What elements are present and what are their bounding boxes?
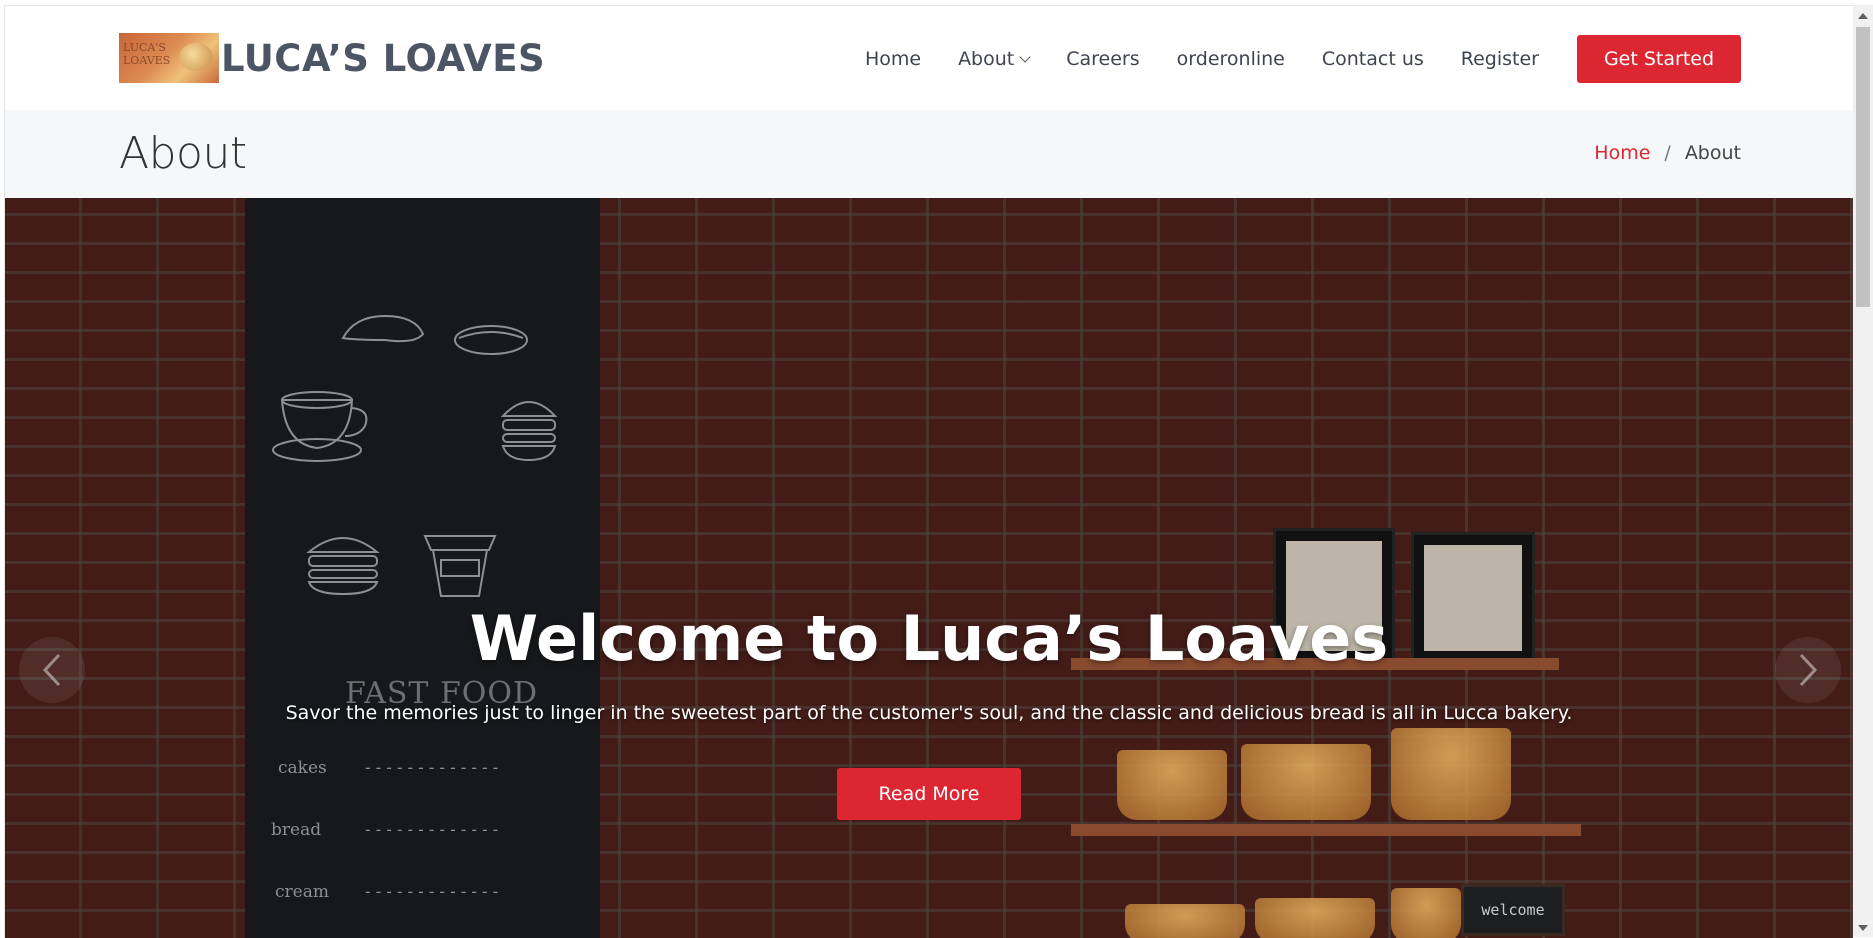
scroll-down-arrow-icon[interactable] bbox=[1858, 925, 1868, 931]
main-nav: Home About Careers orderonline Contact u… bbox=[865, 34, 1741, 84]
shelf bbox=[1071, 824, 1581, 836]
nav-about-label: About bbox=[958, 48, 1015, 70]
scroll-thumb[interactable] bbox=[1856, 27, 1870, 307]
board-item-bread: bread bbox=[271, 820, 322, 840]
nav-about[interactable]: About bbox=[958, 48, 1031, 70]
carousel-next-button[interactable] bbox=[1775, 637, 1841, 703]
nav-home[interactable]: Home bbox=[865, 48, 921, 70]
hero-carousel: FAST FOOD cakes ------------- bread ----… bbox=[5, 198, 1853, 938]
breadcrumb-current: About bbox=[1684, 142, 1741, 164]
bread-basket bbox=[1391, 888, 1461, 938]
board-dash: ------------- bbox=[363, 820, 502, 839]
page-title: About bbox=[119, 128, 247, 179]
chevron-right-icon bbox=[1799, 653, 1818, 687]
chevron-left-icon bbox=[42, 653, 61, 687]
site-logo[interactable]: LUCA'S LOAVES LUCA’S LOAVES bbox=[119, 33, 545, 83]
bread-basket bbox=[1391, 728, 1511, 820]
board-item-cakes: cakes bbox=[278, 758, 327, 778]
chalkboard-menu-image: FAST FOOD cakes ------------- bread ----… bbox=[245, 198, 600, 938]
bread-basket bbox=[1241, 744, 1371, 820]
logo-text: LUCA’S LOAVES bbox=[221, 36, 546, 80]
bread-basket bbox=[1255, 898, 1375, 938]
page-viewport: LUCA'S LOAVES LUCA’S LOAVES Home About Ca… bbox=[4, 5, 1853, 938]
board-dash: ------------- bbox=[363, 882, 502, 901]
site-header: LUCA'S LOAVES LUCA’S LOAVES Home About Ca… bbox=[5, 6, 1853, 110]
board-item-cream: cream bbox=[275, 882, 329, 902]
scroll-up-arrow-icon[interactable] bbox=[1858, 13, 1868, 19]
nav-orderonline[interactable]: orderonline bbox=[1177, 48, 1285, 70]
breadcrumb: Home / About bbox=[1594, 142, 1741, 164]
read-more-button[interactable]: Read More bbox=[837, 768, 1021, 820]
nav-careers[interactable]: Careers bbox=[1066, 48, 1139, 70]
bread-basket bbox=[1117, 750, 1227, 820]
get-started-button[interactable]: Get Started bbox=[1577, 35, 1741, 83]
nav-register[interactable]: Register bbox=[1461, 48, 1539, 70]
carousel-prev-button[interactable] bbox=[19, 637, 85, 703]
nav-contact[interactable]: Contact us bbox=[1322, 48, 1424, 70]
board-dash: ------------- bbox=[363, 758, 502, 777]
chevron-down-icon bbox=[1019, 50, 1031, 63]
bread-basket bbox=[1125, 904, 1245, 938]
breadcrumb-section: About Home / About bbox=[5, 110, 1853, 198]
hero-subtitle: Savor the memories just to linger in the… bbox=[285, 702, 1573, 724]
welcome-sign: welcome bbox=[1461, 884, 1565, 936]
hero-title: Welcome to Luca’s Loaves bbox=[469, 602, 1389, 675]
breadcrumb-home-link[interactable]: Home bbox=[1594, 142, 1650, 164]
logo-image: LUCA'S LOAVES bbox=[119, 33, 219, 83]
breadcrumb-separator: / bbox=[1664, 142, 1671, 164]
vertical-scrollbar[interactable] bbox=[1853, 5, 1873, 937]
